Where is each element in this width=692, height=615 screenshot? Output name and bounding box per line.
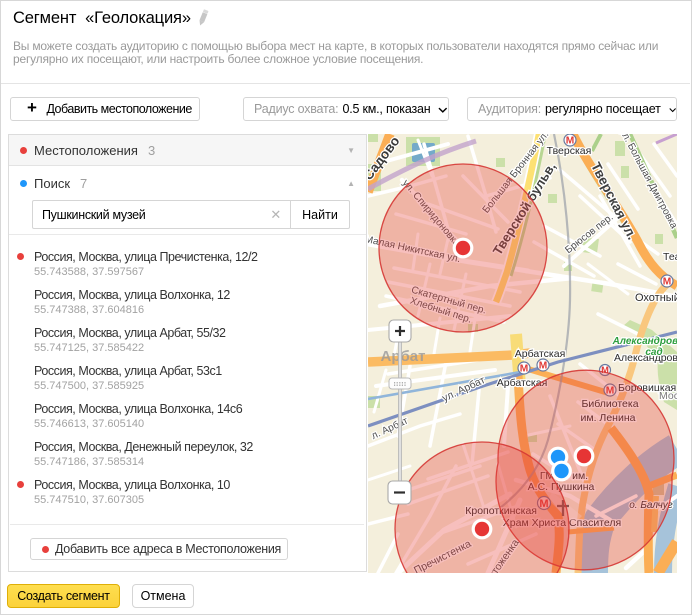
svg-text:Александровс: Александровс (612, 336, 677, 347)
svg-text:М: М (663, 276, 672, 287)
svg-text:М: М (566, 135, 575, 146)
svg-text:сад: сад (645, 347, 662, 358)
svg-text:Тверская: Тверская (547, 145, 592, 157)
svg-text:М: М (539, 360, 548, 371)
svg-text:Арбатская: Арбатская (515, 348, 566, 360)
svg-text:Мос: Мос (659, 390, 677, 402)
svg-text:Арбат: Арбат (381, 348, 426, 365)
svg-text:Охотный: Охотный (635, 292, 677, 304)
svg-text:Теа: Теа (663, 251, 677, 263)
svg-text:М: М (520, 363, 529, 374)
